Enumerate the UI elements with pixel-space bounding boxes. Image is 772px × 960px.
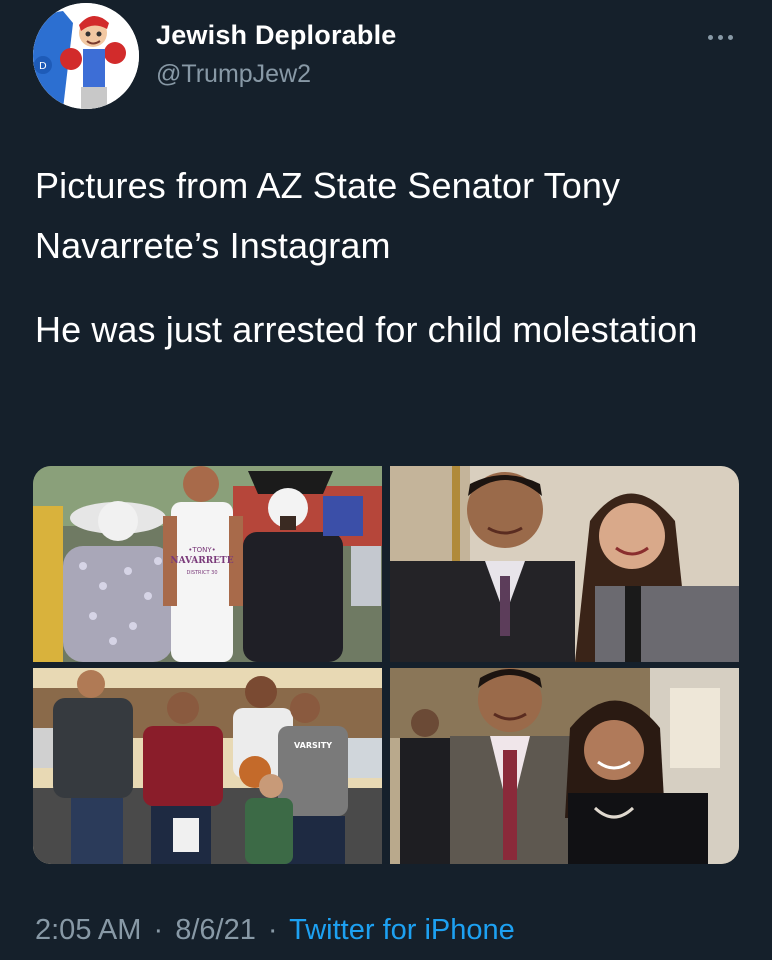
ellipsis-dot bbox=[727, 34, 733, 40]
shirt-text: •TONY• bbox=[188, 546, 216, 554]
footer-separator: · bbox=[153, 914, 164, 946]
media-photo-2[interactable] bbox=[390, 466, 739, 662]
media-photo-4[interactable] bbox=[390, 668, 739, 864]
media-photo-3[interactable]: VARSITY bbox=[33, 668, 382, 864]
tweet-date[interactable]: 8/6/21 bbox=[175, 914, 256, 946]
shirt-text: NAVARRETE bbox=[170, 556, 233, 566]
tweet-card: D Jewish Deplorable @TrumpJew2 Pictures … bbox=[0, 0, 772, 960]
author-handle[interactable]: @TrumpJew2 bbox=[156, 60, 311, 89]
tweet-text-paragraph-1: Pictures from AZ State Senator Tony Nava… bbox=[35, 165, 621, 266]
photo-couple-portrait-icon bbox=[390, 466, 739, 662]
footer-separator: · bbox=[267, 914, 278, 946]
ellipsis-dot bbox=[707, 34, 713, 40]
media-grid: •TONY• NAVARRETE DISTRICT 30 VARSITY bbox=[33, 466, 739, 864]
more-options-button[interactable] bbox=[700, 22, 740, 52]
tweet-time[interactable]: 2:05 AM bbox=[35, 914, 141, 946]
ellipsis-dot bbox=[717, 34, 723, 40]
shirt-text: VARSITY bbox=[294, 741, 332, 750]
photo-group-youth-icon: VARSITY bbox=[33, 668, 382, 864]
media-photo-1[interactable]: •TONY• NAVARRETE DISTRICT 30 bbox=[33, 466, 382, 662]
svg-text:D: D bbox=[39, 61, 47, 72]
photo-group-costumes-icon: •TONY• NAVARRETE DISTRICT 30 bbox=[33, 466, 382, 662]
author-avatar[interactable]: D bbox=[33, 3, 139, 109]
tweet-footer: 2:05 AM · 8/6/21 · Twitter for iPhone bbox=[35, 914, 515, 947]
cartoon-boxer-avatar-icon: D bbox=[33, 3, 139, 109]
tweet-text-paragraph-2: He was just arrested for child molestati… bbox=[35, 309, 698, 350]
shirt-text: DISTRICT 30 bbox=[187, 570, 218, 576]
photo-couple-portrait-2-icon bbox=[390, 668, 739, 864]
author-display-name[interactable]: Jewish Deplorable bbox=[156, 20, 396, 51]
tweet-source-link[interactable]: Twitter for iPhone bbox=[289, 914, 515, 946]
